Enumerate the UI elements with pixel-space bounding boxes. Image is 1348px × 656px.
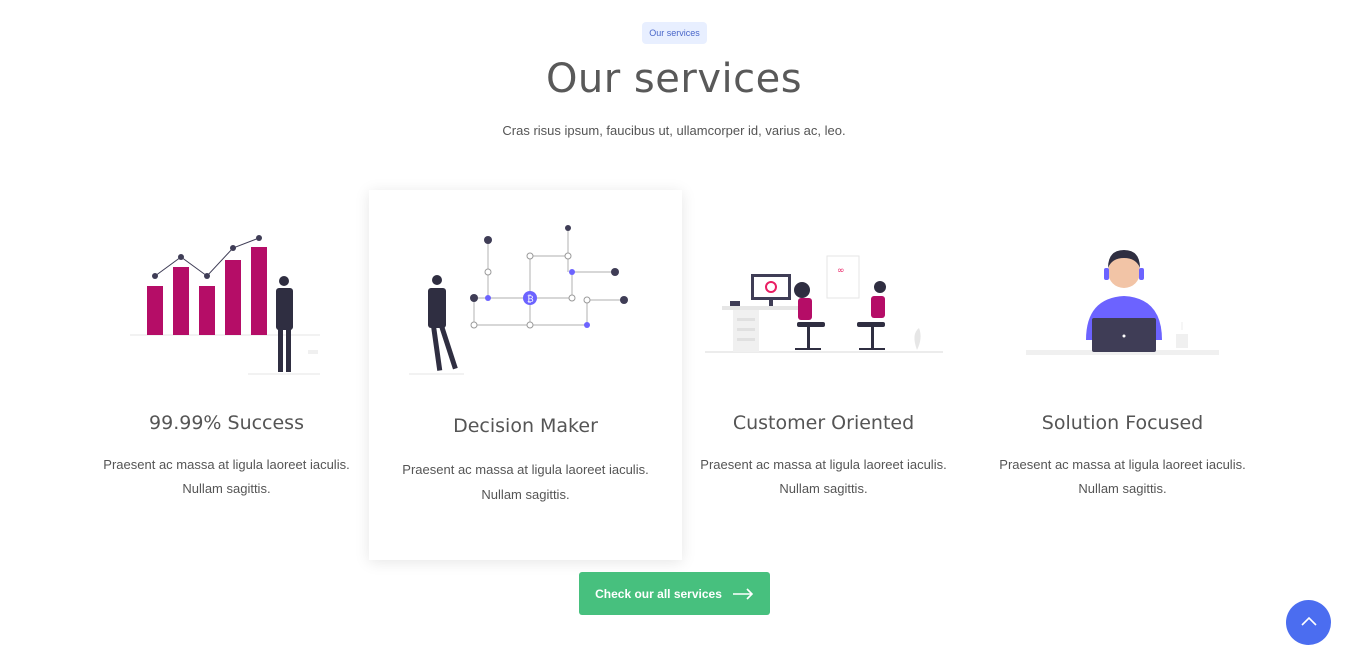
service-title: Solution Focused bbox=[1041, 412, 1204, 434]
service-desc-line2: Nullam sagittis. bbox=[182, 481, 271, 496]
service-card-success[interactable]: 99.99% Success Praesent ac massa at ligu… bbox=[70, 190, 383, 560]
service-desc-line2: Nullam sagittis. bbox=[1078, 481, 1167, 496]
service-card-decision[interactable]: ₿ Decision Maker Praesent ac massa at li… bbox=[369, 190, 682, 560]
service-desc-line1: Praesent ac massa at ligula laoreet iacu… bbox=[103, 457, 350, 472]
check-all-services-button[interactable]: Check our all services bbox=[579, 572, 770, 615]
chevron-up-icon bbox=[1300, 614, 1318, 632]
service-title: Customer Oriented bbox=[732, 412, 915, 434]
section-title: Our services bbox=[545, 56, 803, 102]
section-subtitle: Cras risus ipsum, faucibus ut, ullamcorp… bbox=[502, 123, 846, 138]
service-title: 99.99% Success bbox=[149, 412, 304, 434]
arrow-right-icon bbox=[732, 587, 754, 600]
section-badge: Our services bbox=[642, 22, 707, 44]
decision-network-illustration: ₿ bbox=[409, 225, 628, 375]
svg-text:∞: ∞ bbox=[837, 266, 845, 276]
solution-laptop-illustration bbox=[1026, 250, 1219, 355]
service-desc-line1: Praesent ac massa at ligula laoreet iacu… bbox=[999, 457, 1246, 472]
service-desc-line2: Nullam sagittis. bbox=[481, 487, 570, 502]
scroll-to-top-button[interactable] bbox=[1286, 600, 1331, 645]
service-title: Decision Maker bbox=[453, 415, 598, 437]
service-card-customer[interactable]: ∞ Customer Oriented Praesent ac massa at… bbox=[667, 190, 980, 560]
service-desc-line1: Praesent ac massa at ligula laoreet iacu… bbox=[402, 462, 649, 477]
service-card-solution[interactable]: Solution Focused Praesent ac massa at li… bbox=[966, 190, 1279, 560]
cta-label: Check our all services bbox=[595, 586, 722, 601]
svg-text:₿: ₿ bbox=[527, 294, 534, 305]
service-desc-line1: Praesent ac massa at ligula laoreet iacu… bbox=[700, 457, 947, 472]
customer-meeting-illustration: ∞ bbox=[705, 255, 943, 353]
success-chart-illustration bbox=[130, 235, 320, 375]
service-desc-line2: Nullam sagittis. bbox=[779, 481, 868, 496]
